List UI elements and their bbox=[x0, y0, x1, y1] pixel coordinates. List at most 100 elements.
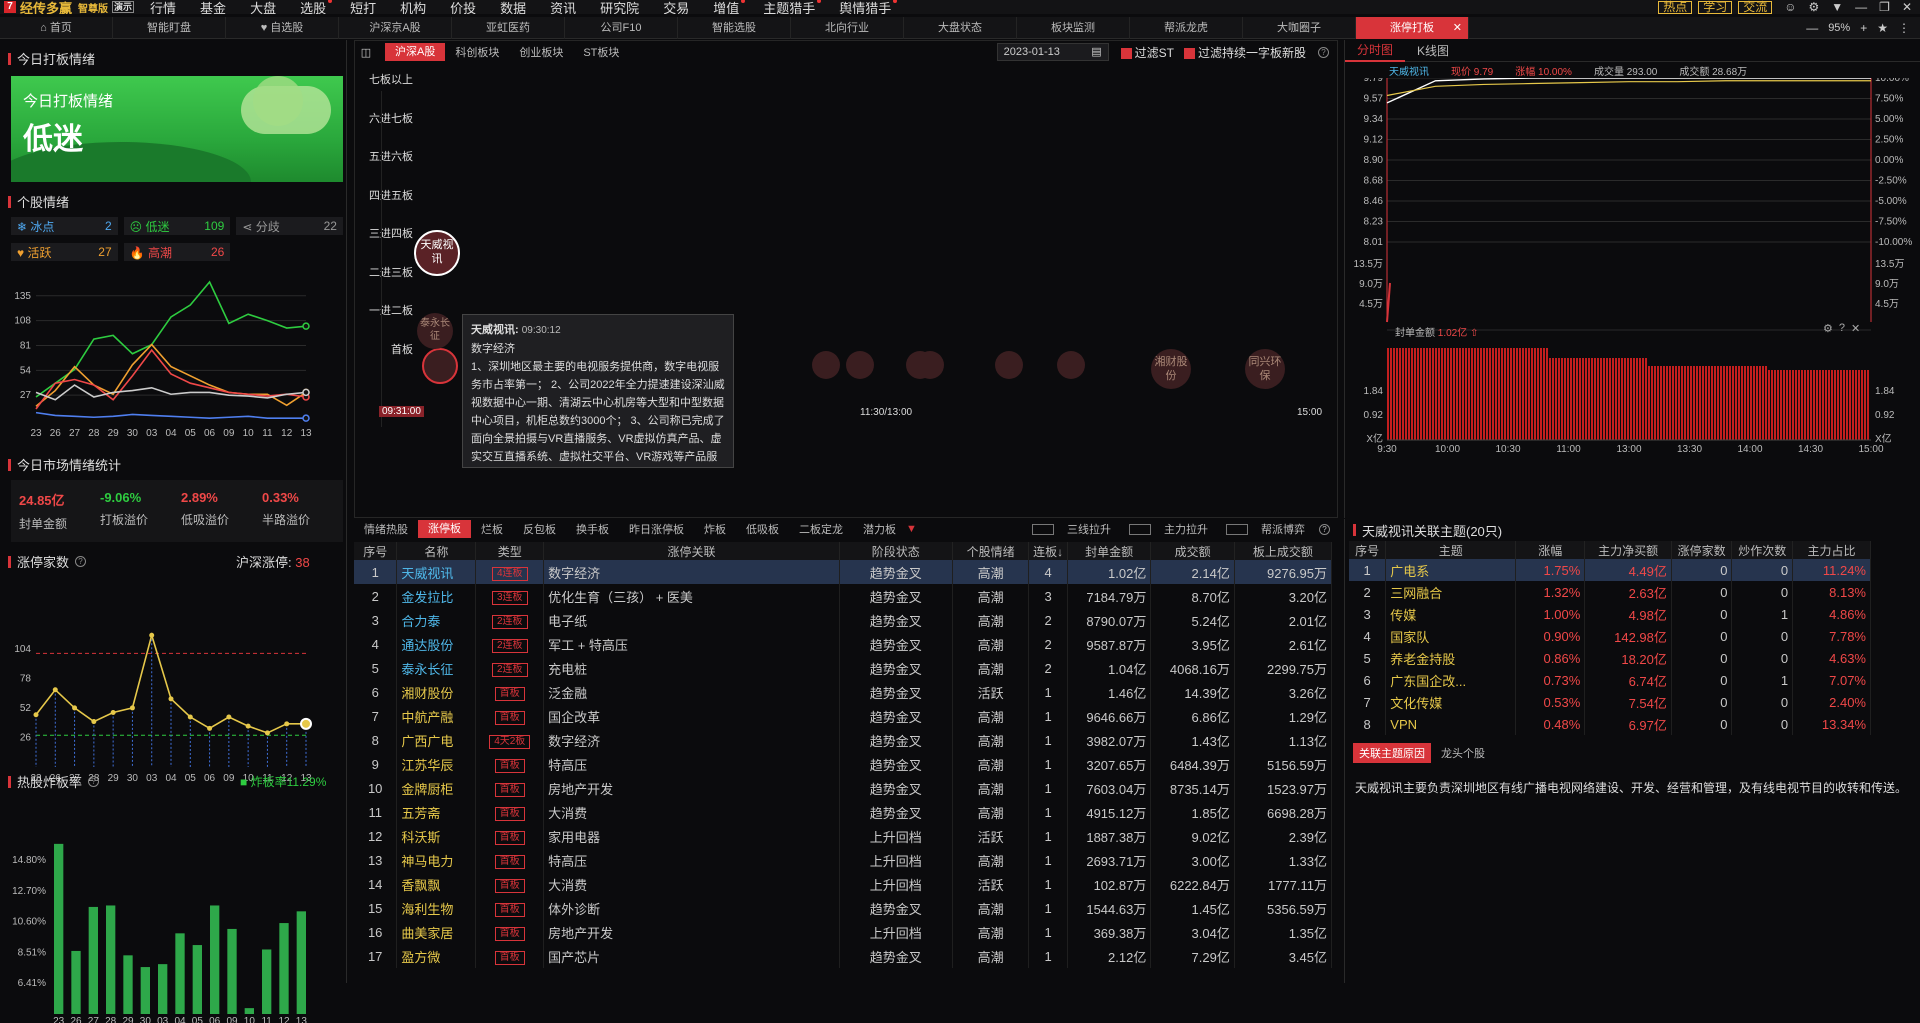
mood-freeze[interactable]: ❄ 冰点 2 bbox=[11, 217, 118, 235]
column-header[interactable]: 主题 bbox=[1385, 541, 1517, 559]
table-row[interactable]: 2 三网融合 1.32% 2.63亿 0 0 8.13% bbox=[1349, 581, 1871, 603]
tab-kline[interactable]: K线图 bbox=[1405, 42, 1461, 59]
subtab-potential[interactable]: 潜力板 bbox=[853, 521, 906, 537]
restore-icon[interactable]: ❐ bbox=[1879, 0, 1890, 14]
subtab-turnover[interactable]: 换手板 bbox=[566, 521, 619, 537]
dropdown-icon[interactable]: ▼ bbox=[1831, 0, 1843, 14]
mood-active[interactable]: ♥ 活跃 27 bbox=[11, 243, 118, 261]
menu-item-research[interactable]: 研究院 bbox=[588, 0, 651, 15]
menu-item-theme-hunter[interactable]: 主题猎手 bbox=[751, 0, 827, 14]
table-row[interactable]: 3 合力泰 2连板 电子纸 趋势金叉 高潮 2 8790.07万 5.24亿 2.01亿 bbox=[354, 608, 1333, 632]
table-row[interactable]: 7 中航产融 首板 国企改革 趋势金叉 高潮 1 9646.66万 6.86亿 1.29亿 bbox=[354, 704, 1333, 728]
filter-newstock-checkbox[interactable]: 过滤持续一字板新股 bbox=[1183, 44, 1306, 61]
tab-f10[interactable]: 公司F10 bbox=[565, 17, 678, 39]
table-row[interactable]: 8 广西广电 4天2板 数字经济 趋势金叉 高潮 1 3982.07万 1.43亿 1.13亿 bbox=[354, 728, 1333, 752]
check-gang-game[interactable]: 帮派博弈 bbox=[1222, 521, 1319, 537]
column-header[interactable]: 主力占比 bbox=[1792, 541, 1871, 559]
menu-item-short[interactable]: 短打 bbox=[338, 0, 388, 15]
table-row[interactable]: 11 五芳斋 首板 大消费 趋势金叉 高潮 1 4915.12万 1.85亿 6698.28万 bbox=[354, 800, 1333, 824]
market-tab-star[interactable]: 科创板块 bbox=[445, 44, 509, 60]
table-row[interactable]: 9 江苏华辰 首板 特高压 趋势金叉 高潮 1 3207.65万 6484.39万 5156.59… bbox=[354, 752, 1333, 776]
subtab-hot[interactable]: 情绪热股 bbox=[354, 521, 418, 537]
bubble-xiangcai[interactable]: 湘财股份 bbox=[1151, 349, 1191, 389]
subtab-second-board[interactable]: 二板定龙 bbox=[789, 521, 853, 537]
column-header[interactable]: 序号 bbox=[354, 542, 398, 560]
help-icon[interactable]: ? bbox=[88, 776, 100, 787]
hot-button[interactable]: 热点 bbox=[1658, 0, 1693, 14]
close-icon[interactable]: ✕ bbox=[1902, 0, 1912, 14]
table-row[interactable]: 2 金发拉比 3连板 优化生育（三孩） + 医美 趋势金叉 高潮 3 7184.79万 8.70… bbox=[354, 584, 1333, 608]
subtab-limit-up[interactable]: 涨停板 bbox=[418, 520, 471, 538]
exchange-button[interactable]: 交流 bbox=[1738, 0, 1773, 14]
bubble-tianwei[interactable]: 天威视讯 bbox=[414, 230, 460, 276]
menu-item-quotes[interactable]: 行情 bbox=[138, 0, 188, 15]
tab-smart-watch[interactable]: 智能盯盘 bbox=[113, 17, 226, 39]
table-row[interactable]: 5 泰永长征 2连板 充电桩 趋势金叉 高潮 2 1.04亿 4068.16万 2299.75万 bbox=[354, 656, 1333, 680]
menu-item-sentiment-hunter[interactable]: 舆情猎手 bbox=[827, 0, 903, 14]
learn-button[interactable]: 学习 bbox=[1698, 0, 1733, 14]
table-row[interactable]: 5 养老金持股 0.86% 18.20亿 0 0 4.63% bbox=[1349, 647, 1871, 669]
tab-smart-pick[interactable]: 智能选股 bbox=[678, 17, 791, 39]
subtab-yesterday[interactable]: 昨日涨停板 bbox=[619, 521, 694, 537]
column-header[interactable]: 个股情绪 bbox=[952, 542, 1030, 560]
tab-sector-monitor[interactable]: 板块监测 bbox=[1017, 17, 1130, 39]
column-header[interactable]: 成交额 bbox=[1150, 542, 1235, 560]
table-row[interactable]: 4 通达股份 2连板 军工 + 特高压 趋势金叉 高潮 2 9587.87万 3.95亿 2.61… bbox=[354, 632, 1333, 656]
tab-theme-reason[interactable]: 关联主题原因 bbox=[1353, 743, 1431, 763]
tab-intraday[interactable]: 分时图 bbox=[1345, 40, 1406, 62]
filter-st-checkbox[interactable]: 过滤ST bbox=[1120, 44, 1174, 61]
market-tab-a[interactable]: 沪深A股 bbox=[385, 43, 446, 61]
mood-low[interactable]: ☹ 低迷 109 bbox=[123, 217, 231, 235]
menu-item-pick[interactable]: 选股 bbox=[288, 0, 338, 14]
table-row[interactable]: 1 天威视讯 4连板 数字经济 趋势金叉 高潮 4 1.02亿 2.14亿 9276.95万 bbox=[354, 560, 1333, 584]
table-row[interactable]: 12 科沃斯 首板 家用电器 上升回档 活跃 1 1887.38万 9.02亿 2.39亿 bbox=[354, 824, 1333, 848]
table-row[interactable]: 17 盈方微 首板 国产芯片 趋势金叉 高潮 1 2.12亿 7.29亿 3.45亿 bbox=[354, 944, 1333, 968]
close-tab-icon[interactable]: ✕ bbox=[1453, 17, 1462, 39]
menu-item-institution[interactable]: 机构 bbox=[388, 0, 438, 15]
more-icon[interactable]: ⋮ bbox=[1898, 21, 1910, 35]
column-header[interactable]: 连板↓ bbox=[1028, 542, 1068, 560]
table-row[interactable]: 3 传媒 1.00% 4.98亿 0 1 4.86% bbox=[1349, 603, 1871, 625]
bubble-taiyong[interactable]: 泰永长征 bbox=[417, 313, 453, 349]
table-row[interactable]: 10 金牌厨柜 首板 房地产开发 趋势金叉 高潮 1 7603.04万 8735.14万 1523… bbox=[354, 776, 1333, 800]
tab-big-circle[interactable]: 大咖圈子 bbox=[1243, 17, 1356, 39]
column-header[interactable]: 名称 bbox=[396, 542, 477, 560]
menu-item-market[interactable]: 大盘 bbox=[238, 0, 288, 15]
market-tab-st[interactable]: ST板块 bbox=[573, 44, 629, 60]
tab-leading-stocks[interactable]: 龙头个股 bbox=[1431, 743, 1495, 763]
user-icon[interactable]: ☺ bbox=[1784, 0, 1796, 14]
mood-climax[interactable]: 🔥 高潮 26 bbox=[123, 243, 231, 261]
subtab-broken[interactable]: 烂板 bbox=[471, 521, 513, 537]
settings-icon[interactable]: ⚙ bbox=[1823, 322, 1833, 335]
table-row[interactable]: 4 国家队 0.90% 142.98亿 0 0 7.78% bbox=[1349, 625, 1871, 647]
check-main-lift[interactable]: 主力拉升 bbox=[1125, 521, 1222, 537]
settings-icon[interactable]: ⚙ bbox=[1809, 0, 1820, 14]
subtab-dip[interactable]: 低吸板 bbox=[736, 521, 789, 537]
help-icon[interactable]: ? bbox=[1839, 322, 1845, 335]
help-icon[interactable]: ? bbox=[1319, 523, 1330, 535]
column-header[interactable]: 板上成交额 bbox=[1234, 542, 1333, 560]
tab-north-industry[interactable]: 北向行业 bbox=[791, 17, 904, 39]
table-row[interactable]: 7 文化传媒 0.53% 7.54亿 0 0 2.40% bbox=[1349, 691, 1871, 713]
menu-item-news[interactable]: 资讯 bbox=[538, 0, 588, 15]
table-row[interactable]: 14 香飘飘 首板 大消费 上升回档 活跃 1 102.87万 6222.84万 1777.11万 bbox=[354, 872, 1333, 896]
table-row[interactable]: 16 曲美家居 首板 房地产开发 上升回档 高潮 1 369.38万 3.04亿 1.35亿 bbox=[354, 920, 1333, 944]
market-tab-chinext[interactable]: 创业板块 bbox=[509, 44, 573, 60]
date-picker[interactable]: 2023-01-13 ▤ bbox=[996, 43, 1109, 61]
mood-divergent[interactable]: ⋖ 分歧 22 bbox=[236, 217, 343, 235]
menu-item-value[interactable]: 价投 bbox=[438, 0, 488, 15]
table-row[interactable]: 1 广电系 1.75% 4.49亿 0 0 11.24% bbox=[1349, 559, 1871, 581]
sidebar-toggle-icon[interactable]: ◫ bbox=[355, 46, 377, 59]
column-header[interactable]: 炒作次数 bbox=[1731, 541, 1794, 559]
minimize-icon[interactable]: — bbox=[1855, 0, 1867, 14]
menu-item-trade[interactable]: 交易 bbox=[651, 0, 701, 15]
tab-home[interactable]: ⌂ 首页 bbox=[0, 17, 113, 39]
column-header[interactable]: 主力净买额 bbox=[1584, 541, 1672, 559]
tab-gang-dragon[interactable]: 帮派龙虎 bbox=[1130, 17, 1243, 39]
subtab-blast[interactable]: 炸板 bbox=[694, 521, 736, 537]
column-header[interactable]: 类型 bbox=[475, 542, 545, 560]
table-row[interactable]: 15 海利生物 首板 体外诊断 趋势金叉 高潮 1 1544.63万 1.45亿 5356.59万 bbox=[354, 896, 1333, 920]
bubble-first-board[interactable] bbox=[422, 348, 458, 384]
table-row[interactable]: 13 神马电力 首板 特高压 上升回档 高潮 1 2693.71万 3.00亿 1.33亿 bbox=[354, 848, 1333, 872]
column-header[interactable]: 序号 bbox=[1349, 541, 1387, 559]
